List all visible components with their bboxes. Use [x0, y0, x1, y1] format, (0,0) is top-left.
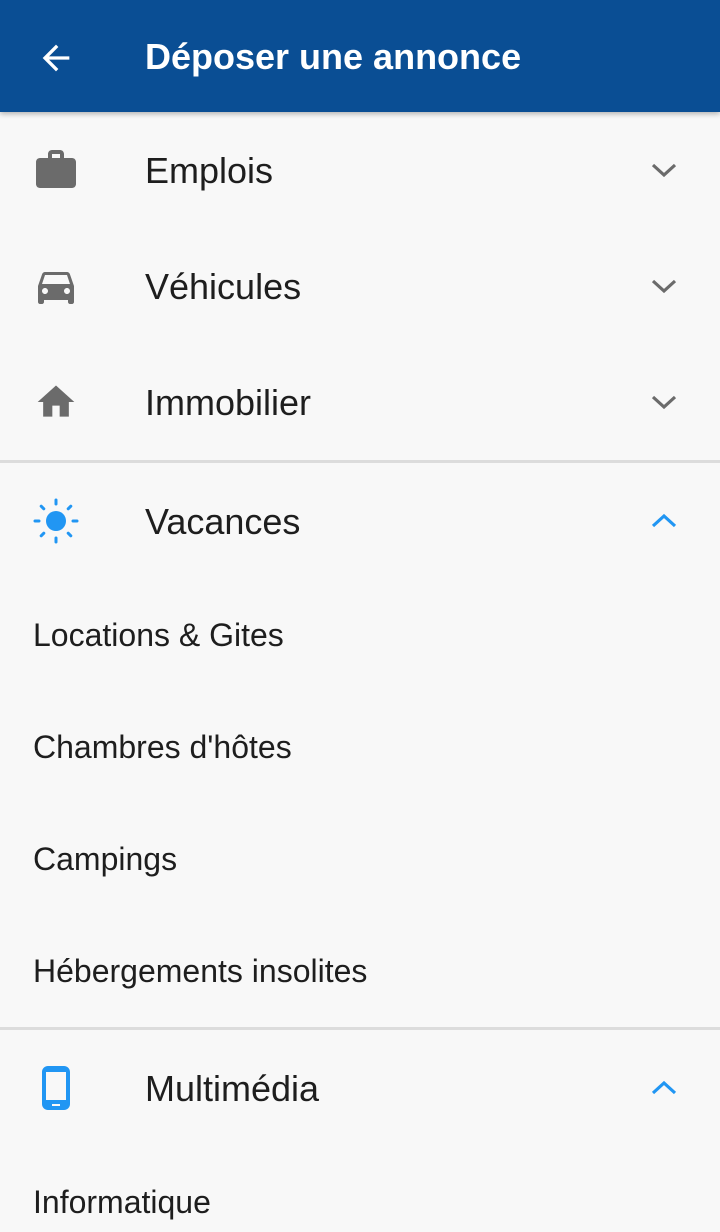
app-bar: Déposer une annonce: [0, 0, 720, 112]
subcategory-label: Informatique: [33, 1184, 211, 1220]
chevron-down-icon[interactable]: [640, 268, 688, 304]
smartphone-icon: [32, 1064, 80, 1112]
chevron-down-icon[interactable]: [640, 152, 688, 188]
subcategory-item[interactable]: Hébergements insolites: [0, 915, 720, 1027]
subcategory-item[interactable]: Chambres d'hôtes: [0, 691, 720, 803]
page-title: Déposer une annonce: [145, 36, 522, 77]
home-icon: [32, 378, 80, 426]
car-icon: [32, 262, 80, 310]
chevron-up-icon[interactable]: [640, 503, 688, 539]
category-immobilier[interactable]: Immobilier: [0, 344, 720, 460]
subcategory-label: Hébergements insolites: [33, 953, 368, 989]
category-vacances[interactable]: Vacances: [0, 463, 720, 579]
subcategory-item[interactable]: Informatique: [0, 1146, 720, 1232]
category-emplois[interactable]: Emplois: [0, 112, 720, 228]
category-label: Multimédia: [145, 1068, 320, 1109]
chevron-up-icon[interactable]: [640, 1070, 688, 1106]
subcategory-item[interactable]: Locations & Gites: [0, 579, 720, 691]
subcategory-label: Locations & Gites: [33, 617, 284, 653]
category-list: Emplois Véhicules Immobilier Vacances Lo…: [0, 112, 720, 1232]
briefcase-icon: [32, 146, 80, 194]
category-label: Immobilier: [145, 382, 312, 423]
subcategory-label: Chambres d'hôtes: [33, 729, 292, 765]
category-label: Véhicules: [145, 266, 302, 307]
arrow-left-icon: [42, 44, 70, 72]
sun-icon: [32, 497, 80, 545]
category-vehicules[interactable]: Véhicules: [0, 228, 720, 344]
category-multimedia[interactable]: Multimédia: [0, 1030, 720, 1146]
category-label: Vacances: [145, 501, 301, 542]
back-button[interactable]: [24, 32, 88, 84]
subcategory-item[interactable]: Campings: [0, 803, 720, 915]
chevron-down-icon[interactable]: [640, 384, 688, 420]
category-label: Emplois: [145, 150, 274, 191]
subcategory-label: Campings: [33, 841, 178, 877]
